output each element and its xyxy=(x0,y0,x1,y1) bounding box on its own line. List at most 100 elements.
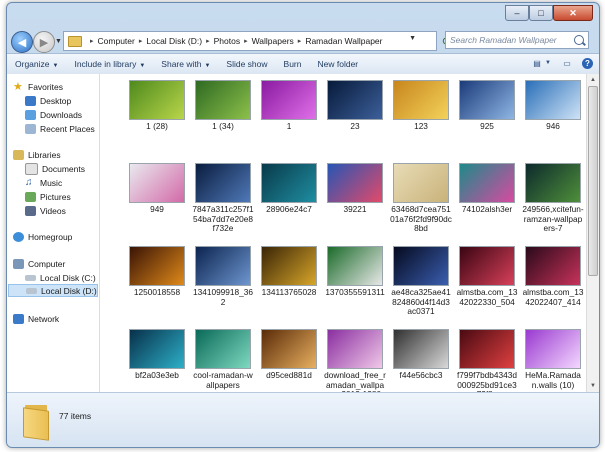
file-tile[interactable]: f799f7bdb4343d000925bd91ce373f8e xyxy=(456,329,518,392)
image-thumbnail[interactable] xyxy=(327,80,383,120)
scroll-up-icon[interactable]: ▲ xyxy=(588,75,598,85)
nav-downloads[interactable]: Downloads xyxy=(25,108,82,121)
breadcrumb-wallpapers[interactable]: Wallpapers xyxy=(252,36,294,46)
image-thumbnail[interactable] xyxy=(393,80,449,120)
chevron-right-icon[interactable]: ▸ xyxy=(206,37,210,45)
file-tile[interactable]: 249566,xcitefun-ramzan-wallpapers-7 xyxy=(522,163,584,234)
image-thumbnail[interactable] xyxy=(195,246,251,286)
breadcrumb-local-disk-d[interactable]: Local Disk (D:) xyxy=(146,36,202,46)
file-tile[interactable]: d95ced881d xyxy=(258,329,320,381)
image-thumbnail[interactable] xyxy=(129,246,185,286)
vertical-scrollbar[interactable]: ▲ ▼ xyxy=(586,74,599,392)
file-tile[interactable]: 1 xyxy=(258,80,320,132)
new-folder-button[interactable]: New folder xyxy=(310,59,367,69)
share-with-button[interactable]: Share with ▼ xyxy=(153,59,218,69)
breadcrumb-computer[interactable]: Computer xyxy=(98,36,135,46)
change-view-icon[interactable]: ▤ xyxy=(530,57,544,69)
breadcrumb-ramadan-wallpaper[interactable]: Ramadan Wallpaper xyxy=(305,36,382,46)
file-tile[interactable]: bf2a03e3eb xyxy=(126,329,188,381)
file-tile[interactable]: 1 (28) xyxy=(126,80,188,132)
image-thumbnail[interactable] xyxy=(525,246,581,286)
image-thumbnail[interactable] xyxy=(327,329,383,369)
image-thumbnail[interactable] xyxy=(525,80,581,120)
image-thumbnail[interactable] xyxy=(261,329,317,369)
nav-favorites[interactable]: ★ Favorites xyxy=(13,80,63,93)
image-thumbnail[interactable] xyxy=(459,163,515,203)
image-thumbnail[interactable] xyxy=(393,246,449,286)
address-history-dropdown-icon[interactable]: ▼ xyxy=(409,35,416,42)
file-tile[interactable]: 74102alsh3er xyxy=(456,163,518,215)
minimize-button[interactable]: – xyxy=(505,5,529,21)
image-thumbnail[interactable] xyxy=(195,80,251,120)
image-thumbnail[interactable] xyxy=(261,246,317,286)
image-thumbnail[interactable] xyxy=(393,163,449,203)
image-thumbnail[interactable] xyxy=(459,80,515,120)
image-thumbnail[interactable] xyxy=(393,329,449,369)
image-thumbnail[interactable] xyxy=(459,246,515,286)
help-icon[interactable]: ? xyxy=(582,57,593,69)
image-thumbnail[interactable] xyxy=(327,163,383,203)
image-thumbnail[interactable] xyxy=(525,329,581,369)
scrollbar-thumb[interactable] xyxy=(588,86,598,276)
close-button[interactable]: ✕ xyxy=(553,5,593,21)
image-thumbnail[interactable] xyxy=(195,163,251,203)
file-tile[interactable]: ae48ca325ae41824860d4f14d3ac0371 xyxy=(390,246,452,317)
nav-documents[interactable]: Documents xyxy=(25,162,85,175)
file-tile[interactable]: 1 (34) xyxy=(192,80,254,132)
nav-computer[interactable]: Computer xyxy=(13,257,65,270)
file-tile[interactable]: 1370355591311 xyxy=(324,246,386,298)
search-input[interactable]: Search Ramadan Wallpaper xyxy=(445,31,589,49)
file-tile[interactable]: 949 xyxy=(126,163,188,215)
burn-button[interactable]: Burn xyxy=(276,59,310,69)
nav-homegroup[interactable]: Homegroup xyxy=(13,230,72,243)
scroll-down-icon[interactable]: ▼ xyxy=(588,381,598,391)
image-thumbnail[interactable] xyxy=(129,163,185,203)
file-tile[interactable]: 946 xyxy=(522,80,584,132)
image-thumbnail[interactable] xyxy=(195,329,251,369)
file-tile[interactable]: 134113765028 xyxy=(258,246,320,298)
file-tile[interactable]: almstba.com_1342022330_504 xyxy=(456,246,518,307)
address-bar[interactable]: ▸ Computer ▸ Local Disk (D:) ▸ Photos ▸ Wal… xyxy=(63,31,437,51)
file-tile[interactable]: f44e56cbc3 xyxy=(390,329,452,381)
file-tile[interactable]: cool-ramadan-wallpapers xyxy=(192,329,254,390)
image-thumbnail[interactable] xyxy=(327,246,383,286)
maximize-button[interactable]: □ xyxy=(529,5,553,21)
preview-pane-icon[interactable]: ▭ xyxy=(560,57,574,69)
organize-button[interactable]: Organize ▼ xyxy=(7,59,66,69)
image-thumbnail[interactable] xyxy=(129,329,185,369)
nav-local-disk-c[interactable]: Local Disk (C:) xyxy=(25,271,96,284)
file-tile[interactable]: 7847a311c257f154ba7dd7e20e8f732e xyxy=(192,163,254,234)
file-tile[interactable]: 1250018558 xyxy=(126,246,188,298)
file-tile[interactable]: HeMa.Ramadan.walls (10) xyxy=(522,329,584,390)
nav-recent-places[interactable]: Recent Places xyxy=(25,122,95,135)
nav-desktop[interactable]: Desktop xyxy=(25,94,71,107)
file-tile[interactable]: 39221 xyxy=(324,163,386,215)
nav-pictures[interactable]: Pictures xyxy=(25,190,71,203)
nav-music[interactable]: ♫ Music xyxy=(25,176,62,189)
image-thumbnail[interactable] xyxy=(129,80,185,120)
slide-show-button[interactable]: Slide show xyxy=(218,59,275,69)
chevron-down-icon[interactable]: ▼ xyxy=(544,57,552,69)
file-tile[interactable]: 123 xyxy=(390,80,452,132)
chevron-right-icon[interactable]: ▸ xyxy=(298,37,302,45)
image-thumbnail[interactable] xyxy=(459,329,515,369)
nav-local-disk-d[interactable]: Local Disk (D:) xyxy=(8,284,98,297)
image-thumbnail[interactable] xyxy=(261,80,317,120)
back-button[interactable]: ◀ xyxy=(11,31,33,53)
file-tile[interactable]: 28906e24c7 xyxy=(258,163,320,215)
nav-network[interactable]: Network xyxy=(13,312,59,325)
file-tile[interactable]: 63468d7cea75101a76f2fd9f90dc8bd xyxy=(390,163,452,234)
image-thumbnail[interactable] xyxy=(525,163,581,203)
include-in-library-button[interactable]: Include in library ▼ xyxy=(66,59,153,69)
nav-videos[interactable]: Videos xyxy=(25,204,66,217)
breadcrumb-photos[interactable]: Photos xyxy=(214,36,240,46)
forward-button[interactable]: ▶ xyxy=(33,31,55,53)
file-tile[interactable]: 925 xyxy=(456,80,518,132)
file-tile[interactable]: download_free_ramadan_wallpaper_2013-128… xyxy=(324,329,386,392)
file-tile[interactable]: almstba.com_1342022407_414 xyxy=(522,246,584,307)
image-thumbnail[interactable] xyxy=(261,163,317,203)
file-tile[interactable]: 23 xyxy=(324,80,386,132)
chevron-right-icon[interactable]: ▸ xyxy=(139,37,143,45)
chevron-right-icon[interactable]: ▸ xyxy=(244,37,248,45)
recent-pages-dropdown-icon[interactable]: ▼ xyxy=(55,38,62,45)
